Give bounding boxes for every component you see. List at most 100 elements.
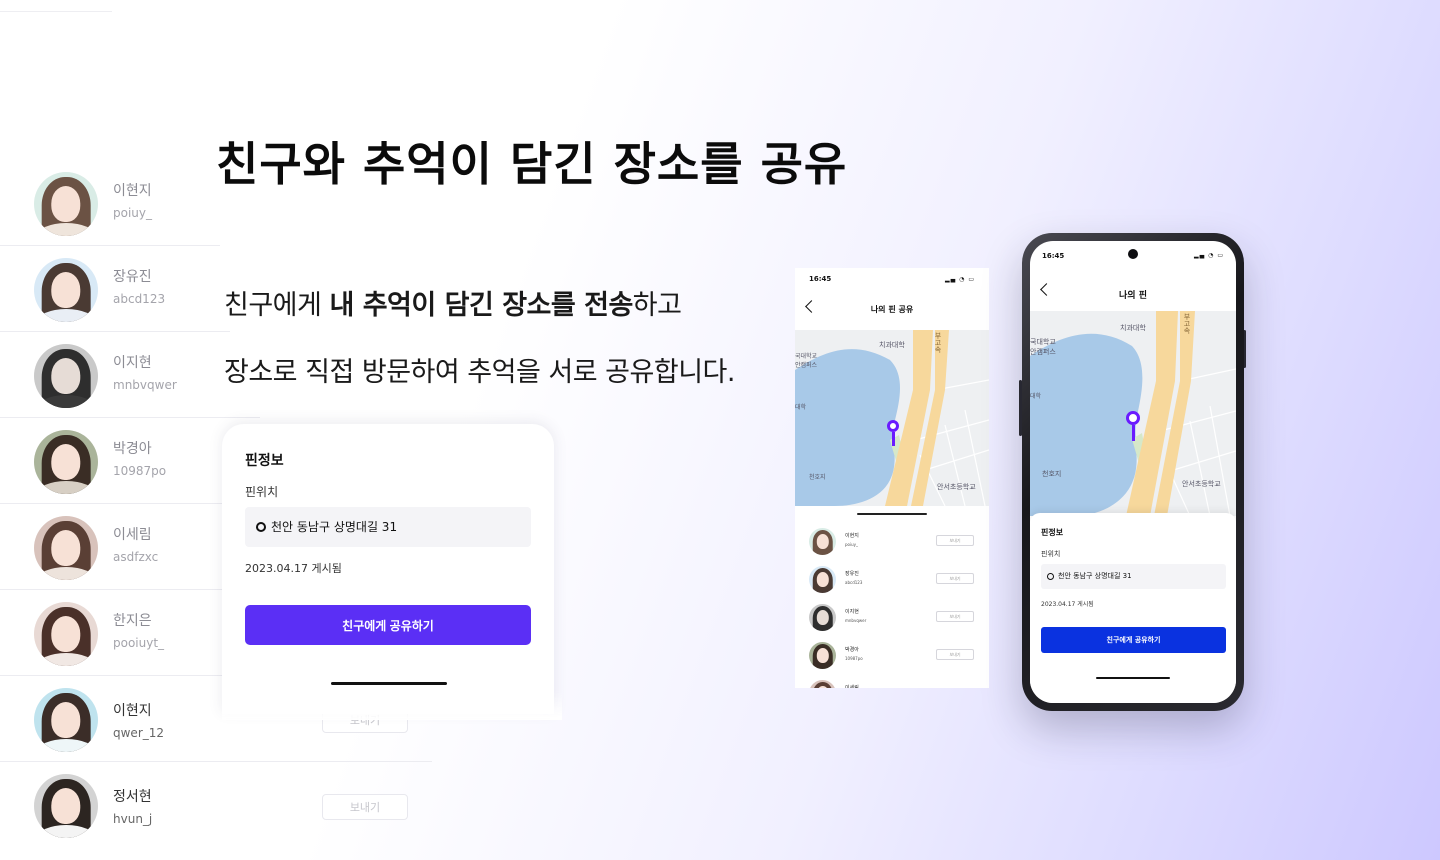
list-item: 이현지 poiuy_ 보내기: [795, 522, 989, 560]
map-view[interactable]: 치과대학 국대학교 안캠퍼스 대학 천호지 안서초등학교 부고속: [795, 330, 989, 506]
map-label-lake: 천호지: [809, 474, 826, 481]
friend-id: pooiuyt_: [113, 636, 165, 650]
map-label-dental: 치과대학: [879, 341, 905, 349]
description-line-1: 친구에게 내 추억이 담긴 장소를 전송하고: [224, 283, 682, 322]
status-icons: ▂▄ ◔ ▭: [1194, 252, 1224, 259]
location-dot-icon: [256, 522, 266, 532]
map-label-campus: 국대학교 안캠퍼스: [795, 353, 818, 369]
avatar: [34, 430, 98, 494]
phone-screen: 16:45 ▂▄ ◔ ▭ 나의 핀 치과대학 국대학교 안캠퍼스 대학 천호지 …: [1030, 241, 1236, 703]
friend-row: 정서현 hvun_j 보내기: [0, 762, 432, 848]
posted-date: 2023.04.17 게시됨: [1041, 601, 1094, 608]
friend-name: 장유진: [845, 571, 859, 577]
description-suffix: 하고: [632, 290, 682, 321]
posted-date: 2023.04.17 게시됨: [245, 562, 342, 575]
friend-id: poiuy_: [845, 542, 858, 547]
friend-row: 장유진 abcd123: [0, 246, 230, 332]
status-icons: ▂▄ ◔ ▭: [945, 276, 975, 283]
avatar: [34, 774, 98, 838]
page-title: 친구와 추억이 담긴 장소를 공유: [216, 137, 848, 191]
pin-info-title: 핀정보: [1041, 528, 1064, 537]
friend-id: qwer_12: [113, 726, 165, 740]
map-view[interactable]: 치과대학 국대학교 안캠퍼스 대학 천호지 안서초등학교 부고속: [1030, 311, 1236, 516]
pin-address-field: 천안 동남구 상명대길 31: [1041, 564, 1226, 589]
home-indicator: [331, 682, 447, 685]
avatar: [34, 258, 98, 322]
camera-icon: [1128, 249, 1138, 259]
pin-info-card: 핀정보 핀위치 천안 동남구 상명대길 31 2023.04.17 게시됨 친구…: [1030, 513, 1236, 703]
friend-name: 장유진: [113, 269, 152, 285]
friend-name: 이현지: [113, 183, 152, 199]
pin-address-field: 천안 동남구 상명대길 31: [245, 507, 531, 547]
friend-id: 10987po: [113, 464, 167, 478]
map-label-edge: 대학: [1030, 393, 1042, 400]
avatar: [34, 344, 98, 408]
send-button[interactable]: 보내기: [322, 794, 408, 820]
friend-name: 박경아: [113, 441, 152, 457]
sheet-handle[interactable]: [857, 513, 927, 515]
friend-id: poiuy_: [113, 206, 152, 220]
list-item: 박경아 10987po 보내기: [795, 636, 989, 674]
list-item: 이세림: [795, 674, 989, 688]
friend-name: 한지은: [113, 613, 152, 629]
map-label-campus: 국대학교 안캠퍼스: [1030, 338, 1056, 356]
list-item: 이지현 mnbvqwer 보내기: [795, 598, 989, 636]
friend-name: 이지현: [845, 609, 859, 615]
map-label-school: 안서초등학교: [1182, 480, 1221, 488]
avatar: [809, 642, 836, 669]
screen-title: 나의 핀: [1119, 291, 1147, 301]
map-label-lake: 천호지: [1042, 470, 1062, 478]
pin-address: 천안 동남구 상명대길 31: [1058, 572, 1132, 580]
home-indicator: [1096, 677, 1170, 679]
map-pin-icon: [1126, 411, 1140, 441]
friend-name: 이세림: [845, 685, 859, 688]
friend-name: 이세림: [113, 527, 152, 543]
send-button[interactable]: 보내기: [936, 535, 974, 546]
status-time: 16:45: [1042, 252, 1065, 260]
friend-row: 이세림 asdfzxc: [0, 504, 222, 590]
friend-id: asdfzxc: [113, 550, 159, 564]
friend-name: 정서현: [113, 789, 152, 805]
friend-name: 이지현: [113, 355, 152, 371]
avatar: [809, 604, 836, 631]
description-line-2: 장소로 직접 방문하여 추억을 서로 공유합니다.: [224, 357, 735, 388]
avatar: [34, 688, 98, 752]
status-time: 16:45: [809, 275, 832, 283]
share-with-friend-button[interactable]: 친구에게 공유하기: [245, 605, 531, 645]
send-button[interactable]: 보내기: [936, 573, 974, 584]
map-label-dental: 치과대학: [1120, 324, 1146, 332]
avatar: [809, 680, 836, 688]
send-button[interactable]: 보내기: [936, 649, 974, 660]
description-prefix: 친구에게: [224, 290, 330, 321]
avatar: [809, 528, 836, 555]
pin-location-label: 핀위치: [1041, 550, 1061, 558]
send-button[interactable]: 보내기: [936, 611, 974, 622]
card-fade: [222, 690, 562, 720]
pin-location-label: 핀위치: [245, 485, 279, 499]
avatar: [34, 516, 98, 580]
friend-name: 박경아: [845, 647, 859, 653]
list-item: 장유진 abcd123 보내기: [795, 560, 989, 598]
friend-id: 10987po: [845, 656, 863, 661]
pin-share-screen: 16:45 ▂▄ ◔ ▭ 나의 핀 공유 치과대학 국대학교 안캠퍼스 대학 천…: [795, 268, 989, 688]
map-label-road: 부고속: [1183, 313, 1191, 334]
map-label-edge: 대학: [795, 404, 807, 411]
avatar: [809, 566, 836, 593]
friend-name: 이현지: [113, 703, 152, 719]
pin-address: 천안 동남구 상명대길 31: [271, 520, 398, 534]
top-divider: [0, 11, 112, 12]
screen-title: 나의 핀 공유: [870, 305, 914, 314]
avatar: [34, 172, 98, 236]
avatar: [34, 602, 98, 666]
friend-row: 이지현 mnbvqwer: [0, 332, 260, 418]
description-highlight: 내 추억이 담긴 장소를 전송: [329, 290, 633, 321]
friend-row: 박경아 10987po: [0, 418, 222, 504]
map-label-road: 부고속: [934, 332, 942, 353]
friend-row: 한지은 pooiuyt_: [0, 590, 222, 676]
phone-mockup: 16:45 ▂▄ ◔ ▭ 나의 핀 치과대학 국대학교 안캠퍼스 대학 천호지 …: [1022, 233, 1244, 711]
pin-info-card: 핀정보 핀위치 천안 동남구 상명대길 31 2023.04.17 게시됨 친구…: [222, 424, 554, 714]
pin-info-title: 핀정보: [245, 453, 284, 469]
friend-id: mnbvqwer: [113, 378, 177, 392]
friend-name: 이현지: [845, 533, 859, 539]
share-with-friend-button[interactable]: 친구에게 공유하기: [1041, 627, 1226, 653]
